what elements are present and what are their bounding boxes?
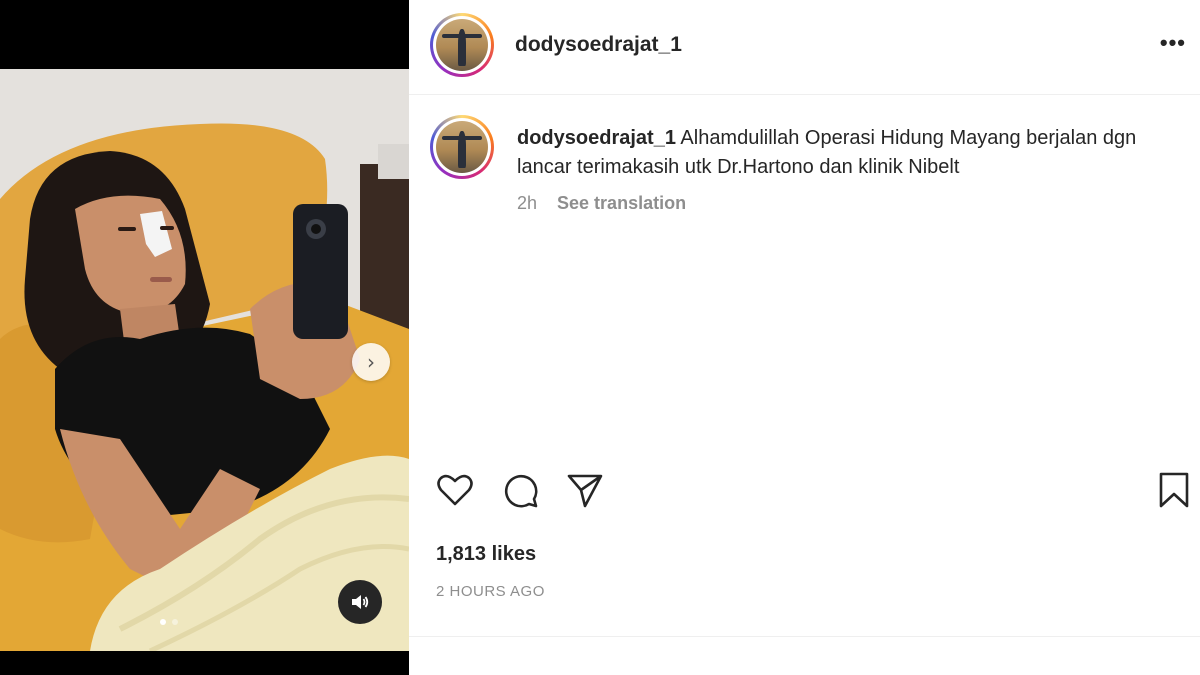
chevron-right-icon: › <box>367 350 375 374</box>
comment-icon[interactable] <box>501 470 541 510</box>
heart-icon[interactable] <box>435 470 475 510</box>
post-details-panel: dodysoedrajat_1 ••• dodysoedrajat_1 Alha… <box>409 0 1200 675</box>
caption-time: 2h <box>517 193 538 213</box>
caption: dodysoedrajat_1 Alhamdulillah Operasi Hi… <box>517 124 1167 182</box>
share-icon[interactable] <box>565 470 605 510</box>
carousel-indicator <box>160 619 178 625</box>
caption-meta: 2h See translation <box>517 193 686 214</box>
post-timestamp: 2 HOURS AGO <box>436 583 545 600</box>
post-media[interactable]: › <box>0 0 409 675</box>
mute-button[interactable] <box>338 580 382 624</box>
next-media-button[interactable]: › <box>352 343 390 381</box>
bookmark-icon[interactable] <box>1157 470 1191 510</box>
carousel-dot <box>172 619 178 625</box>
speaker-icon <box>352 595 369 609</box>
avatar[interactable] <box>430 13 494 77</box>
see-translation-button[interactable]: See translation <box>557 193 686 214</box>
post-photo[interactable] <box>0 69 409 651</box>
more-options-icon[interactable]: ••• <box>1160 30 1186 56</box>
photo-illustration <box>0 69 409 651</box>
action-bar <box>409 470 1200 516</box>
post-header: dodysoedrajat_1 ••• <box>409 0 1200 95</box>
caption-username[interactable]: dodysoedrajat_1 <box>517 127 676 149</box>
caption-avatar[interactable] <box>430 115 494 179</box>
carousel-dot <box>160 619 166 625</box>
username-link[interactable]: dodysoedrajat_1 <box>515 33 682 57</box>
likes-count[interactable]: 1,813 likes <box>436 543 536 566</box>
comment-area[interactable] <box>409 637 1200 675</box>
